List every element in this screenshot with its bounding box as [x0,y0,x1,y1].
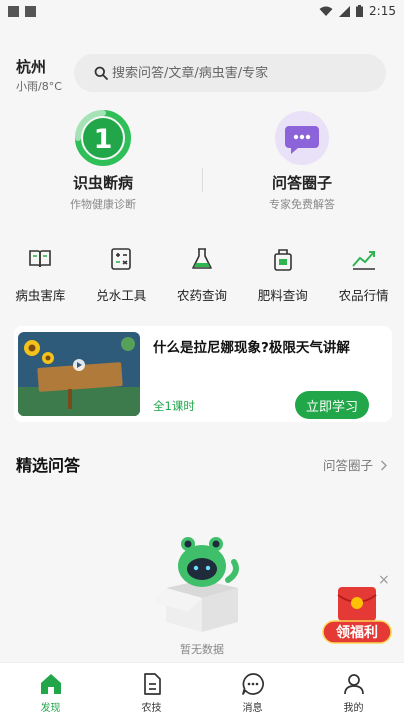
course-thumbnail[interactable] [18,332,140,416]
tab-label: 我的 [343,703,364,714]
tool-pest-library[interactable]: 病虫害库 [0,245,81,311]
tab-discover[interactable]: 发现 [0,663,101,720]
tab-agri-tech[interactable]: 农技 [101,663,202,720]
book-icon [26,245,54,273]
tool-dilution-calculator[interactable]: 兑水工具 [81,245,162,311]
user-icon [341,671,367,697]
link-label: 问答圈子 [323,458,374,473]
course-title[interactable]: 什么是拉尼娜现象?极限天气讲解 [153,336,350,356]
empty-state: 暂无数据 [148,528,256,658]
tab-label: 农技 [141,703,162,714]
wifi-icon [319,6,333,16]
tool-pesticide-search[interactable]: 农药查询 [162,245,243,311]
tool-label: 农品行情 [338,288,389,303]
qa-circle-link[interactable]: 问答圈子 [323,455,388,474]
tool-label: 兑水工具 [96,288,147,303]
section-title: 精选问答 [16,456,81,475]
feature-subtitle: 专家免费解答 [269,198,335,211]
chat-icon [240,671,266,697]
document-icon [139,671,165,697]
chevron-right-icon [381,460,387,471]
tool-label: 农药查询 [176,288,227,303]
trend-chart-icon [350,245,378,273]
system-status: 2:15 [319,4,396,18]
featured-qa-header: 精选问答 问答圈子 [16,450,388,476]
signal-icon [339,5,351,17]
tool-label: 病虫害库 [15,288,66,303]
empty-mascot-icon [154,537,239,632]
tool-market-prices[interactable]: 农品行情 [323,245,404,311]
notification-icon [25,5,36,17]
start-learning-button[interactable]: 立即学习 [295,391,369,419]
tab-label: 发现 [40,703,61,714]
feature-pest-diagnosis[interactable]: 1 识虫断病 作物健康诊断 [33,110,173,212]
course-card[interactable]: 什么是拉尼娜现象?极限天气讲解 全1课时 立即学习 [14,326,392,422]
empty-text: 暂无数据 [180,643,224,656]
welfare-promo[interactable]: 领福利 [322,585,392,645]
qa-chat-icon [274,110,330,166]
tool-fertilizer-search[interactable]: 肥料查询 [242,245,323,311]
notification-icon [8,5,19,17]
weather-info: 小雨/8°C [16,80,62,93]
feature-title: 问答圈子 [271,174,332,192]
city-selector[interactable]: 杭州 [16,56,46,77]
header: 杭州 小雨/8°C [0,44,404,102]
flask-icon [188,245,216,273]
tab-label: 消息 [242,703,263,714]
notification-icons [8,5,36,17]
tool-label: 肥料查询 [257,288,308,303]
battery-icon [356,5,364,17]
promo-label: 领福利 [336,624,378,641]
tab-profile[interactable]: 我的 [303,663,404,720]
calculator-icon [107,245,135,273]
status-bar: 2:15 [0,0,404,22]
feature-subtitle: 作物健康诊断 [70,198,136,211]
diagnosis-badge: 1 [94,124,113,155]
diagnosis-icon: 1 [75,110,131,166]
tab-messages[interactable]: 消息 [202,663,303,720]
feature-entries: 1 识虫断病 作物健康诊断 问答圈子 专家免费解答 [0,110,404,220]
course-lesson-count: 全1课时 [153,399,195,413]
feature-title: 识虫断病 [72,174,133,192]
search-bar[interactable] [74,54,386,92]
tools-row: 病虫害库 兑水工具 农药查询 肥料查询 农品行情 [0,245,404,311]
clock: 2:15 [369,4,396,18]
feature-qa-circle[interactable]: 问答圈子 专家免费解答 [232,110,372,212]
search-input[interactable] [112,65,372,81]
bottom-tab-bar: 发现 农技 消息 我的 [0,662,404,720]
home-icon [38,671,64,697]
divider [202,168,203,192]
fertilizer-icon [269,245,297,273]
search-icon [94,66,108,80]
